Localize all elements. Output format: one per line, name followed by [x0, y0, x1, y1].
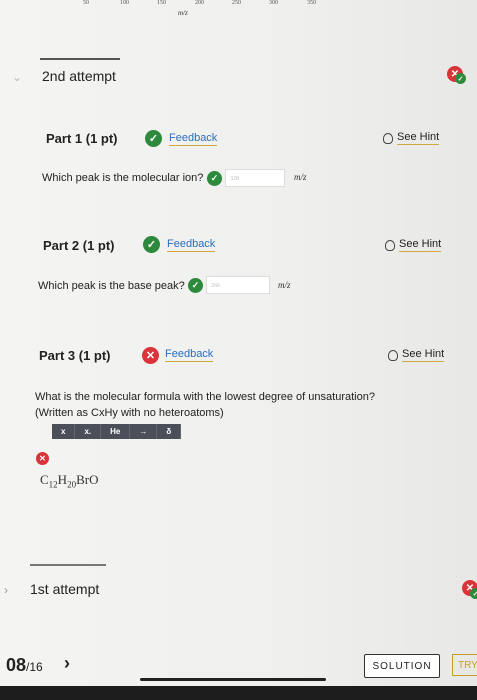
- check-icon: ✓: [207, 171, 222, 186]
- incorrect-icon: ✕: [36, 452, 49, 465]
- part-1-answer-field[interactable]: 328: [225, 169, 285, 187]
- axis-label: m/z: [178, 9, 188, 17]
- axis-tick: 300: [269, 0, 278, 6]
- attempt-1-title[interactable]: 1st attempt: [30, 581, 99, 597]
- attempt-2-title[interactable]: 2nd attempt: [42, 68, 116, 84]
- part-1-question: Which peak is the molecular ion?: [42, 172, 204, 184]
- check-icon: ✓: [143, 236, 160, 253]
- arrow-button[interactable]: →: [130, 424, 158, 439]
- next-question-button[interactable]: ›: [64, 653, 70, 674]
- element-button[interactable]: He: [101, 424, 131, 439]
- formula-carbon: C: [40, 472, 49, 487]
- axis-tick: 100: [120, 0, 129, 6]
- unit-label: m/z: [294, 172, 307, 182]
- formula-carbon-count: 12: [48, 479, 58, 490]
- lightbulb-icon: [383, 132, 393, 144]
- part-2-question: Which peak is the base peak?: [38, 280, 185, 292]
- hint-label[interactable]: See Hint: [402, 348, 445, 362]
- page-counter: 08/16: [6, 655, 43, 676]
- part-3-feedback-link[interactable]: Feedback: [165, 348, 214, 362]
- formula-rest: BrO: [76, 472, 99, 487]
- part-3-hint[interactable]: See Hint: [388, 348, 445, 362]
- unit-label: m/z: [278, 280, 291, 290]
- part-2-answer-field[interactable]: 266: [206, 276, 270, 294]
- submitted-formula: C12H20BrO: [40, 472, 98, 490]
- page-total: /16: [26, 660, 43, 674]
- axis-tick: 150: [157, 0, 166, 6]
- part-3-question: What is the molecular formula with the l…: [35, 391, 375, 403]
- part-2-hint[interactable]: See Hint: [385, 238, 442, 252]
- correct-icon: ✓: [455, 73, 466, 84]
- correct-icon: ✓: [470, 588, 477, 599]
- scroll-indicator: [140, 678, 326, 681]
- lightbulb-icon: [388, 349, 398, 361]
- divider: [30, 564, 106, 566]
- spectrum-axis: 50 100 150 200 250 300 350 m/z: [40, 0, 370, 28]
- part-1-title: Part 1 (1 pt): [46, 131, 118, 146]
- device-bezel: [0, 686, 477, 700]
- part-1-hint[interactable]: See Hint: [383, 131, 440, 145]
- formula-hydrogen-count: 20: [67, 479, 77, 490]
- chevron-right-icon[interactable]: ›: [4, 583, 8, 597]
- formula-toolbar: x x. He → δ: [52, 424, 182, 439]
- part-1-feedback-link[interactable]: Feedback: [169, 132, 218, 146]
- lightbulb-icon: [385, 239, 395, 251]
- try-again-button[interactable]: TRY: [452, 654, 477, 676]
- chevron-down-icon[interactable]: ⌄: [12, 70, 22, 84]
- part-3-question-note: (Written as CxHy with no heteroatoms): [35, 407, 224, 419]
- axis-tick: 200: [195, 0, 204, 6]
- axis-tick: 350: [307, 0, 316, 6]
- divider: [40, 58, 120, 60]
- part-2-feedback-link[interactable]: Feedback: [167, 238, 216, 252]
- solution-button[interactable]: SOLUTION: [364, 654, 440, 678]
- formula-hydrogen: H: [57, 472, 68, 487]
- delta-button[interactable]: δ: [157, 424, 182, 439]
- check-icon: ✓: [145, 130, 162, 147]
- part-2-title: Part 2 (1 pt): [43, 238, 115, 253]
- page-current: 08: [6, 655, 27, 675]
- incorrect-icon: ✕: [142, 347, 159, 364]
- superscript-button[interactable]: x.: [75, 424, 102, 439]
- axis-tick: 50: [83, 0, 89, 6]
- hint-label[interactable]: See Hint: [399, 238, 442, 252]
- hint-label[interactable]: See Hint: [397, 131, 440, 145]
- axis-tick: 250: [232, 0, 241, 6]
- part-3-title: Part 3 (1 pt): [39, 348, 111, 363]
- check-icon: ✓: [188, 278, 203, 293]
- subscript-button[interactable]: x: [52, 424, 76, 439]
